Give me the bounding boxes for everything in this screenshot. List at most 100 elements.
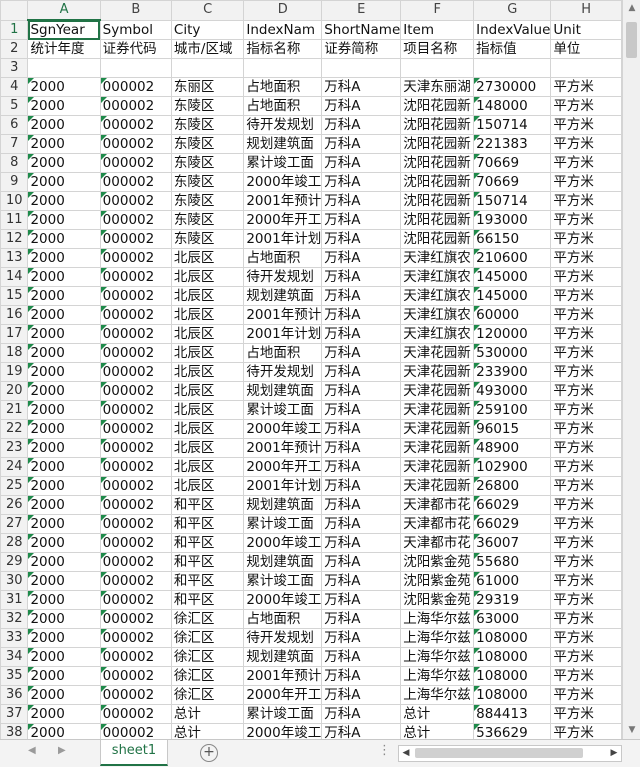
cell[interactable]: 万科A bbox=[321, 267, 402, 287]
cell[interactable]: 平方米 bbox=[550, 495, 622, 515]
cell[interactable]: 2000年开工 bbox=[243, 457, 323, 477]
cell[interactable]: 148000 bbox=[473, 96, 552, 116]
cell[interactable]: 占地面积 bbox=[243, 609, 323, 629]
cell[interactable]: 北辰区 bbox=[170, 381, 245, 401]
cell[interactable]: 指标名称 bbox=[243, 39, 323, 59]
cell[interactable]: 70669 bbox=[473, 172, 552, 192]
cell[interactable]: 108000 bbox=[473, 685, 552, 705]
cell[interactable]: 和平区 bbox=[170, 552, 245, 572]
cell[interactable]: 96015 bbox=[473, 419, 552, 439]
cell[interactable]: 493000 bbox=[473, 381, 552, 401]
cell[interactable]: 70669 bbox=[473, 153, 552, 173]
cell[interactable] bbox=[27, 58, 101, 78]
cell[interactable]: 150714 bbox=[473, 191, 552, 211]
cell[interactable]: 徐汇区 bbox=[170, 666, 245, 686]
cell[interactable]: 沈阳花园新 bbox=[400, 191, 475, 211]
row-header[interactable]: 6 bbox=[0, 115, 29, 135]
cell[interactable]: 2000 bbox=[27, 134, 101, 154]
cell[interactable]: 36007 bbox=[473, 533, 552, 553]
cell[interactable]: 万科A bbox=[321, 96, 402, 116]
cell[interactable]: 沈阳紫金苑 bbox=[400, 590, 475, 610]
horizontal-scroll-thumb[interactable] bbox=[415, 748, 583, 758]
cell[interactable]: 63000 bbox=[473, 609, 552, 629]
cell[interactable]: 2000 bbox=[27, 666, 101, 686]
cell[interactable]: 48900 bbox=[473, 438, 552, 458]
cell[interactable]: 万科A bbox=[321, 153, 402, 173]
cell[interactable]: 000002 bbox=[99, 172, 172, 192]
cell[interactable]: 北辰区 bbox=[170, 438, 245, 458]
cell[interactable]: 平方米 bbox=[550, 362, 622, 382]
cell[interactable]: 平方米 bbox=[550, 476, 622, 496]
row-header[interactable]: 24 bbox=[0, 457, 29, 477]
row-header[interactable]: 16 bbox=[0, 305, 29, 325]
row-header[interactable]: 17 bbox=[0, 324, 29, 344]
cell[interactable]: IndexNam bbox=[243, 19, 323, 40]
cell[interactable]: 天津花园新 bbox=[400, 457, 475, 477]
cell[interactable]: 天津都市花 bbox=[400, 514, 475, 534]
column-header-d[interactable]: D bbox=[243, 0, 323, 21]
cell[interactable]: 北辰区 bbox=[170, 400, 245, 420]
cell[interactable]: 总计 bbox=[400, 704, 475, 724]
cell[interactable]: 天津都市花 bbox=[400, 495, 475, 515]
cell[interactable]: 总计 bbox=[170, 704, 245, 724]
cell[interactable]: 天津红旗农 bbox=[400, 286, 475, 306]
cell[interactable]: 规划建筑面 bbox=[243, 381, 323, 401]
cell[interactable]: 2001年预计 bbox=[243, 438, 323, 458]
cell[interactable]: 000002 bbox=[99, 115, 172, 135]
cell[interactable]: 平方米 bbox=[550, 685, 622, 705]
cell[interactable]: 天津花园新 bbox=[400, 400, 475, 420]
row-header[interactable]: 38 bbox=[0, 723, 29, 739]
cell[interactable]: IndexValue bbox=[473, 19, 552, 40]
cell[interactable]: 2000 bbox=[27, 571, 101, 591]
cell[interactable]: 2000 bbox=[27, 647, 101, 667]
cell[interactable]: 平方米 bbox=[550, 134, 622, 154]
row-header[interactable]: 37 bbox=[0, 704, 29, 724]
cell[interactable]: 万科A bbox=[321, 419, 402, 439]
cell[interactable]: 2001年预计 bbox=[243, 191, 323, 211]
cell[interactable]: 上海华尔兹 bbox=[400, 647, 475, 667]
cell[interactable]: 000002 bbox=[99, 590, 172, 610]
cell[interactable]: 2000年开工 bbox=[243, 210, 323, 230]
cell[interactable]: 2000 bbox=[27, 476, 101, 496]
row-header[interactable]: 8 bbox=[0, 153, 29, 173]
row-header[interactable]: 29 bbox=[0, 552, 29, 572]
vertical-scrollbar[interactable]: ▲ ▼ bbox=[622, 0, 640, 739]
row-header[interactable]: 7 bbox=[0, 134, 29, 154]
cell[interactable]: 平方米 bbox=[550, 533, 622, 553]
cell[interactable]: 万科A bbox=[321, 248, 402, 268]
cell[interactable]: 000002 bbox=[99, 476, 172, 496]
cell[interactable]: 2000 bbox=[27, 286, 101, 306]
cell[interactable]: 2000 bbox=[27, 248, 101, 268]
cell[interactable]: 占地面积 bbox=[243, 343, 323, 363]
row-header[interactable]: 23 bbox=[0, 438, 29, 458]
cell[interactable]: 平方米 bbox=[550, 77, 622, 97]
cell[interactable]: 平方米 bbox=[550, 571, 622, 591]
cell[interactable]: Symbol bbox=[99, 19, 172, 40]
cell[interactable]: 单位 bbox=[550, 39, 622, 59]
cell[interactable]: 000002 bbox=[99, 628, 172, 648]
cell[interactable]: 000002 bbox=[99, 362, 172, 382]
cell[interactable]: 2001年计划 bbox=[243, 476, 323, 496]
cell[interactable]: 东陵区 bbox=[170, 210, 245, 230]
cell[interactable]: 2000年竣工 bbox=[243, 172, 323, 192]
cell[interactable]: 平方米 bbox=[550, 267, 622, 287]
cell[interactable]: 000002 bbox=[99, 685, 172, 705]
cell[interactable]: 66029 bbox=[473, 514, 552, 534]
cell[interactable]: 万科A bbox=[321, 381, 402, 401]
cell[interactable]: 天津花园新 bbox=[400, 343, 475, 363]
triangle-right-icon[interactable]: ▶ bbox=[58, 745, 66, 756]
cell[interactable]: 平方米 bbox=[550, 457, 622, 477]
cell[interactable]: 北辰区 bbox=[170, 324, 245, 344]
cell[interactable]: 北辰区 bbox=[170, 419, 245, 439]
row-header[interactable]: 3 bbox=[0, 58, 29, 78]
row-header[interactable]: 21 bbox=[0, 400, 29, 420]
spreadsheet-grid[interactable]: A B C D E F G H 1 SgnYear Symbol City IndexN… bbox=[0, 0, 622, 739]
cell[interactable]: 221383 bbox=[473, 134, 552, 154]
row-header[interactable]: 14 bbox=[0, 267, 29, 287]
cell[interactable]: 2000年竣工 bbox=[243, 723, 323, 739]
cell[interactable]: SgnYear bbox=[27, 19, 101, 40]
cell[interactable]: 万科A bbox=[321, 609, 402, 629]
cell[interactable]: 东陵区 bbox=[170, 172, 245, 192]
cell[interactable]: 上海华尔兹 bbox=[400, 666, 475, 686]
cell[interactable]: 000002 bbox=[99, 210, 172, 230]
